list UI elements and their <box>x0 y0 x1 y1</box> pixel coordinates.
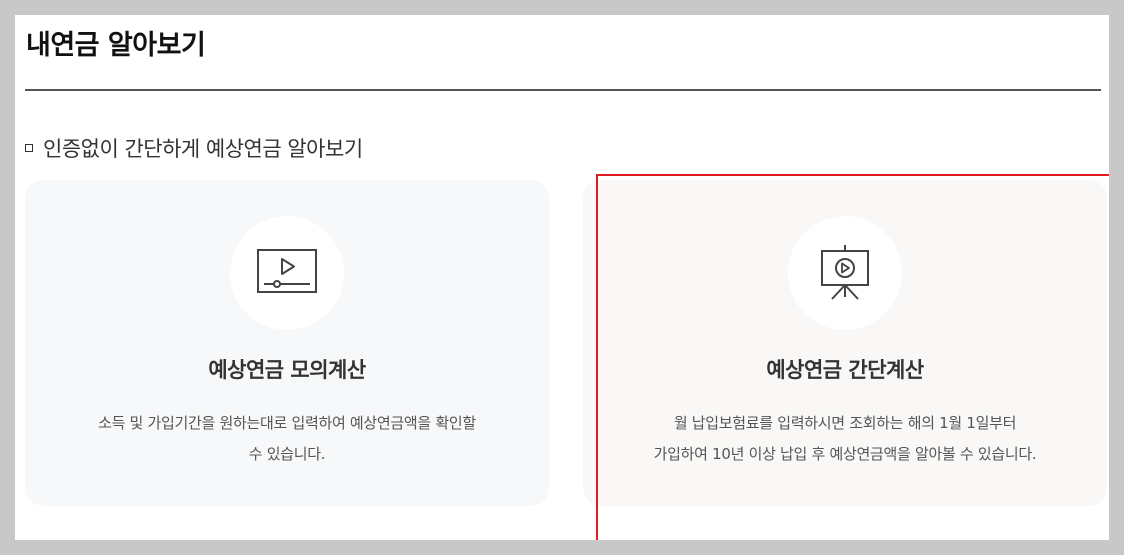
section-heading-text: 인증없이 간단하게 예상연금 알아보기 <box>43 137 363 161</box>
page-title: 내연금 알아보기 <box>26 30 206 61</box>
section-heading: 인증없이 간단하게 예상연금 알아보기 <box>25 133 363 163</box>
card-description-line: 월 납입보험료를 입력하시면 조회하는 해의 1월 1일부터 <box>673 414 1017 432</box>
video-player-icon <box>257 249 317 293</box>
icon-circle <box>788 216 902 330</box>
icon-circle <box>230 216 344 330</box>
square-bullet-icon <box>25 144 33 152</box>
simple-calculation-card[interactable]: 예상연금 간단계산 월 납입보험료를 입력하시면 조회하는 해의 1월 1일부터… <box>583 180 1107 506</box>
card-title: 예상연금 모의계산 <box>208 358 366 382</box>
presentation-easel-icon <box>821 245 869 300</box>
mock-calculation-card[interactable]: 예상연금 모의계산 소득 및 가입기간을 원하는대로 입력하여 예상연금액을 확… <box>25 180 549 506</box>
card-title: 예상연금 간단계산 <box>766 358 924 382</box>
title-divider <box>25 89 1101 91</box>
app-window: 내연금 알아보기 인증없이 간단하게 예상연금 알아보기 예상연금 모의계산 소… <box>15 15 1109 540</box>
card-description: 월 납입보험료를 입력하시면 조회하는 해의 1월 1일부터 가입하여 10년 … <box>613 408 1077 470</box>
card-description-line: 소득 및 가입기간을 원하는대로 입력하여 예상연금액을 확인할 <box>98 414 476 432</box>
card-description-line: 가입하여 10년 이상 납입 후 예상연금액을 알아볼 수 있습니다. <box>653 445 1037 463</box>
card-description: 소득 및 가입기간을 원하는대로 입력하여 예상연금액을 확인할 수 있습니다. <box>55 408 519 470</box>
card-description-line: 수 있습니다. <box>248 445 326 463</box>
